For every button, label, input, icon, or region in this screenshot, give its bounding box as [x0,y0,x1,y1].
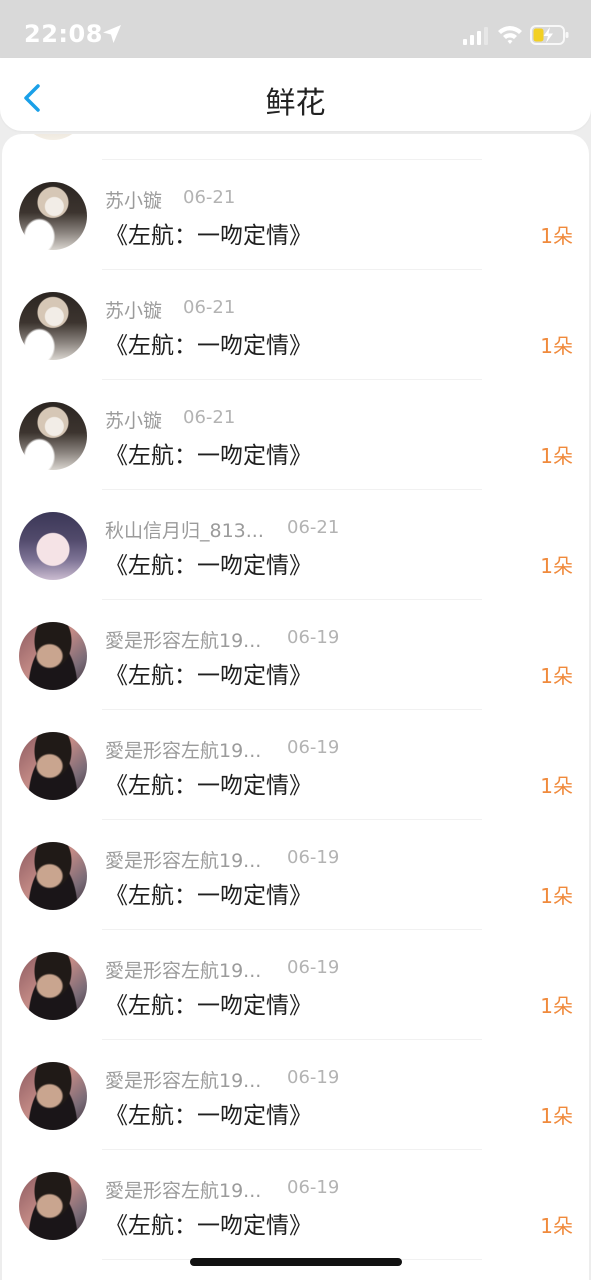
gift-date: 06-21 [287,517,340,538]
list-item[interactable]: 愛是形容左航19... 06-19 《左航：一吻定情》 1朵 [2,904,589,1040]
list-item[interactable]: 秋山信月归_813... 06-21 《左航：一吻定情》 1朵 [2,464,589,600]
avatar[interactable] [19,1062,87,1130]
list-item[interactable]: 愛是形容左航19... 06-19 《左航：一吻定情》 1朵 [2,684,589,820]
avatar[interactable] [19,1172,87,1240]
list-item[interactable]: 苏小镟 06-21 《左航：一吻定情》 1朵 [2,134,589,270]
gift-date: 06-19 [287,737,340,758]
list-item[interactable]: 苏小镟 06-21 《左航：一吻定情》 1朵 [2,354,589,490]
sender-name[interactable]: 愛是形容左航19... [105,736,261,763]
avatar[interactable] [19,512,87,580]
gift-date: 06-21 [183,187,236,208]
avatar[interactable] [19,402,87,470]
navigation-header: 鲜花 [0,58,591,131]
sender-name[interactable]: 愛是形容左航19... [105,1066,261,1093]
page-title: 鲜花 [265,86,326,121]
home-indicator[interactable] [190,1258,402,1266]
sender-name[interactable]: 愛是形容左航19... [105,626,261,653]
list-item[interactable]: 苏小镟 06-21 《左航：一吻定情》 1朵 [2,244,589,380]
avatar[interactable] [19,732,87,800]
gift-date: 06-19 [287,1177,340,1198]
avatar[interactable] [19,292,87,360]
gift-date: 06-19 [287,957,340,978]
list-item[interactable]: 愛是形容左航19... 06-19 《左航：一吻定情》 1朵 [2,574,589,710]
list-item[interactable]: 愛是形容左航19... 06-19 《左航：一吻定情》 1朵 [2,1124,589,1260]
sender-name[interactable]: 苏小镟 [105,406,162,433]
sender-name[interactable]: 愛是形容左航19... [105,956,261,983]
cellular-signal-icon [463,27,488,45]
sender-name[interactable]: 苏小镟 [105,296,162,323]
battery-charging-icon [530,25,569,45]
wifi-icon [498,26,522,44]
list-item[interactable]: 愛是形容左航19... 06-19 《左航：一吻定情》 1朵 [2,1014,589,1150]
sender-name[interactable]: 愛是形容左航19... [105,846,261,873]
flower-count: 1朵 [540,1214,573,1238]
gift-date: 06-19 [287,627,340,648]
avatar[interactable] [19,952,87,1020]
flower-gift-list[interactable]: 苏小镟 06-21 《左航：一吻定情》 1朵 苏小镟 06-21 《左航：一吻定情》 1朵 苏小… [2,134,589,1280]
gift-date: 06-19 [287,1067,340,1088]
avatar[interactable] [19,622,87,690]
avatar[interactable] [19,842,87,910]
sender-name[interactable]: 愛是形容左航19... [105,1176,261,1203]
book-title: 《左航：一吻定情》 [105,1213,312,1239]
sender-name[interactable]: 秋山信月归_813... [105,516,264,543]
sender-name[interactable]: 苏小镟 [105,186,162,213]
phone-screen: 22:08 鲜花 苏小镟 06-21 《左航：一吻定情》 1朵 苏小镟 06-2… [0,0,591,1280]
status-time: 22:08 [24,20,103,48]
gift-date: 06-21 [183,297,236,318]
gift-date: 06-19 [287,847,340,868]
gift-date: 06-21 [183,407,236,428]
status-bar: 22:08 [0,0,591,58]
list-item[interactable]: 愛是形容左航19... 06-19 《左航：一吻定情》 1朵 [2,794,589,930]
avatar[interactable] [19,182,87,250]
location-arrow-icon [103,25,121,43]
